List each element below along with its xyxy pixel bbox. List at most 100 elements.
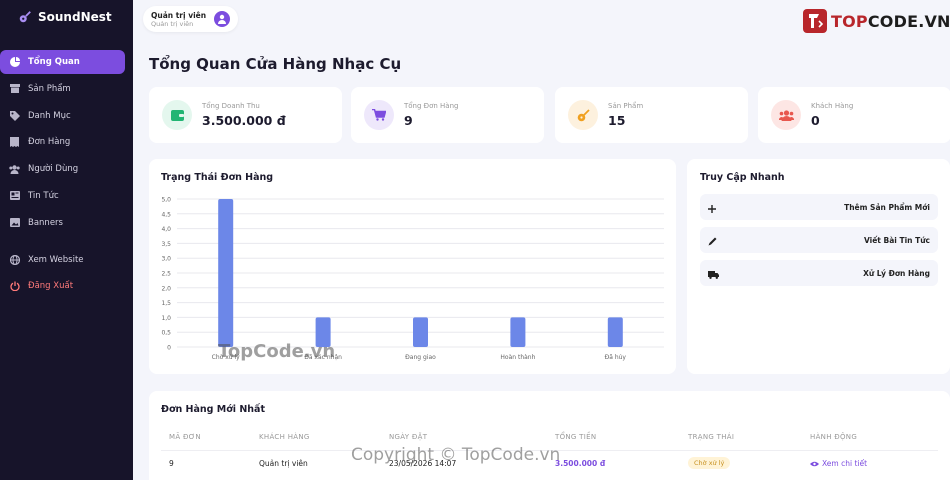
- stat-label: Sản Phẩm: [608, 102, 644, 110]
- guitar-icon: [568, 100, 598, 130]
- guitar-logo-icon: [19, 11, 31, 23]
- sidebar-item-products[interactable]: Sản Phẩm: [0, 77, 125, 101]
- order-date: 23/05/2026 14:07: [389, 459, 457, 468]
- view-details-label: Xem chi tiết: [822, 459, 868, 468]
- y-tick-label: 3,5: [161, 241, 171, 248]
- page-title: Tổng Quan Cửa Hàng Nhạc Cụ: [149, 55, 402, 73]
- topcode-logo-icon: [803, 9, 827, 33]
- y-tick-label: 0,5: [161, 330, 171, 337]
- truck-icon: [708, 264, 719, 283]
- user-icon: [218, 14, 227, 24]
- y-tick-label: 1,0: [161, 315, 171, 322]
- sidebar-item-label: Xem Website: [28, 254, 84, 265]
- image-icon: [9, 217, 20, 228]
- stat-value: 0: [811, 113, 820, 128]
- x-tick-label: Chờ xử lý: [212, 354, 240, 361]
- box-icon: [9, 83, 20, 94]
- y-tick-label: 0: [167, 345, 171, 352]
- status-badge: Chờ xử lý: [688, 457, 731, 469]
- users-icon: [9, 164, 20, 175]
- y-tick-label: 4,0: [161, 226, 171, 233]
- quick-action-label: Thêm Sản Phẩm Mới: [844, 202, 930, 212]
- stat-label: Tổng Doanh Thu: [202, 102, 260, 110]
- sidebar-item-banners[interactable]: Banners: [0, 211, 125, 235]
- view-order-details-link[interactable]: Xem chi tiết: [810, 459, 867, 468]
- column-header-action: HÀNH ĐỘNG: [810, 433, 858, 441]
- y-tick-label: 2,0: [161, 285, 171, 292]
- plus-icon: [708, 198, 716, 217]
- x-tick-label: Đã xác nhận: [304, 354, 342, 361]
- receipt-icon: [9, 137, 20, 148]
- sidebar-item-label: Tổng Quan: [28, 57, 80, 67]
- quick-process-orders-button[interactable]: Xử Lý Đơn Hàng: [700, 260, 938, 286]
- sidebar-item-news[interactable]: Tin Tức: [0, 184, 125, 208]
- y-tick-label: 5,0: [161, 197, 171, 204]
- quick-action-label: Xử Lý Đơn Hàng: [863, 268, 930, 278]
- sidebar-item-users[interactable]: Người Dùng: [0, 157, 125, 181]
- stat-label: Khách Hàng: [811, 102, 854, 110]
- y-tick-label: 4,5: [161, 211, 171, 218]
- chart-bar: [315, 317, 331, 347]
- chart-bar: [413, 317, 428, 347]
- x-tick-label: Đã hủy: [605, 354, 627, 361]
- column-header-date: NGÀY ĐẶT: [389, 433, 428, 441]
- pen-icon: [708, 231, 717, 250]
- wallet-icon: [162, 100, 192, 130]
- sidebar-item-orders[interactable]: Đơn Hàng: [0, 130, 125, 154]
- chart-pie-icon: [9, 57, 20, 68]
- sidebar-item-view-website[interactable]: Xem Website: [0, 248, 125, 272]
- cart-icon: [364, 100, 394, 130]
- user-name: Quản trị viên: [151, 10, 207, 20]
- column-header-total: TỔNG TIỀN: [555, 433, 597, 441]
- sidebar-item-label: Banners: [28, 217, 63, 228]
- sidebar-item-overview[interactable]: Tổng Quan: [0, 50, 125, 74]
- y-tick-label: 3,0: [161, 256, 171, 263]
- column-header-customer: KHÁCH HÀNG: [259, 433, 310, 441]
- nav-divider: [0, 238, 133, 248]
- brand[interactable]: SoundNest: [0, 0, 133, 34]
- user-role: Quản trị viên: [151, 19, 194, 28]
- globe-icon: [9, 254, 20, 265]
- quick-write-news-button[interactable]: Viết Bài Tin Tức: [700, 227, 938, 253]
- topbar: Quản trị viên Quản trị viên TOPCODE.VN: [133, 0, 950, 40]
- quick-action-label: Viết Bài Tin Tức: [863, 235, 930, 245]
- chart-bar: [218, 199, 234, 347]
- sidebar-item-label: Sản Phẩm: [28, 83, 71, 94]
- x-tick-label: Đang giao: [405, 354, 436, 361]
- avatar: [214, 11, 231, 27]
- order-customer: Quản trị viên: [259, 459, 308, 468]
- sidebar-item-logout[interactable]: Đăng Xuất: [0, 274, 125, 298]
- users-icon: [771, 100, 801, 130]
- stat-value: 9: [404, 113, 413, 128]
- chart-bar: [607, 317, 623, 347]
- sidebar-item-label: Người Dùng: [28, 164, 79, 175]
- sidebar-item-label: Danh Mục: [28, 110, 71, 121]
- tags-icon: [9, 110, 20, 121]
- user-menu[interactable]: Quản trị viên Quản trị viên: [143, 6, 239, 32]
- order-id: 9: [169, 459, 174, 468]
- y-tick-label: 2,5: [161, 271, 171, 278]
- stat-card-orders: Tổng Đơn Hàng 9: [351, 87, 544, 143]
- stat-value: 3.500.000 đ: [202, 113, 286, 128]
- brand-name: SoundNest: [38, 10, 112, 24]
- sidebar-item-categories[interactable]: Danh Mục: [0, 104, 125, 128]
- sidebar-item-label: Đơn Hàng: [28, 137, 71, 148]
- chart-bar: [510, 317, 526, 347]
- newspaper-icon: [9, 190, 20, 201]
- y-tick-label: 1,5: [161, 300, 171, 307]
- sidebar: SoundNest Tổng Quan Sản Phẩm Danh Mục Đơ…: [0, 0, 133, 480]
- topcode-logo-text: TOPCODE.VN: [831, 11, 950, 31]
- quick-add-product-button[interactable]: Thêm Sản Phẩm Mới: [700, 194, 938, 220]
- user-info: Quản trị viên Quản trị viên: [151, 11, 206, 28]
- topcode-logo: TOPCODE.VN: [803, 9, 950, 33]
- sidebar-item-label: Tin Tức: [28, 190, 59, 201]
- x-tick-label: Hoàn thành: [500, 354, 535, 361]
- column-header-order-id: MÃ ĐƠN: [169, 433, 201, 441]
- stat-value: 15: [608, 113, 626, 128]
- stat-card-products: Sản Phẩm 15: [555, 87, 748, 143]
- sidebar-item-label: Đăng Xuất: [28, 281, 74, 292]
- order-total: 3.500.000 đ: [555, 459, 606, 468]
- eye-icon: [810, 461, 819, 466]
- stat-label: Tổng Đơn Hàng: [404, 102, 459, 110]
- sidebar-nav: Tổng Quan Sản Phẩm Danh Mục Đơn Hàng Ngư…: [0, 50, 133, 298]
